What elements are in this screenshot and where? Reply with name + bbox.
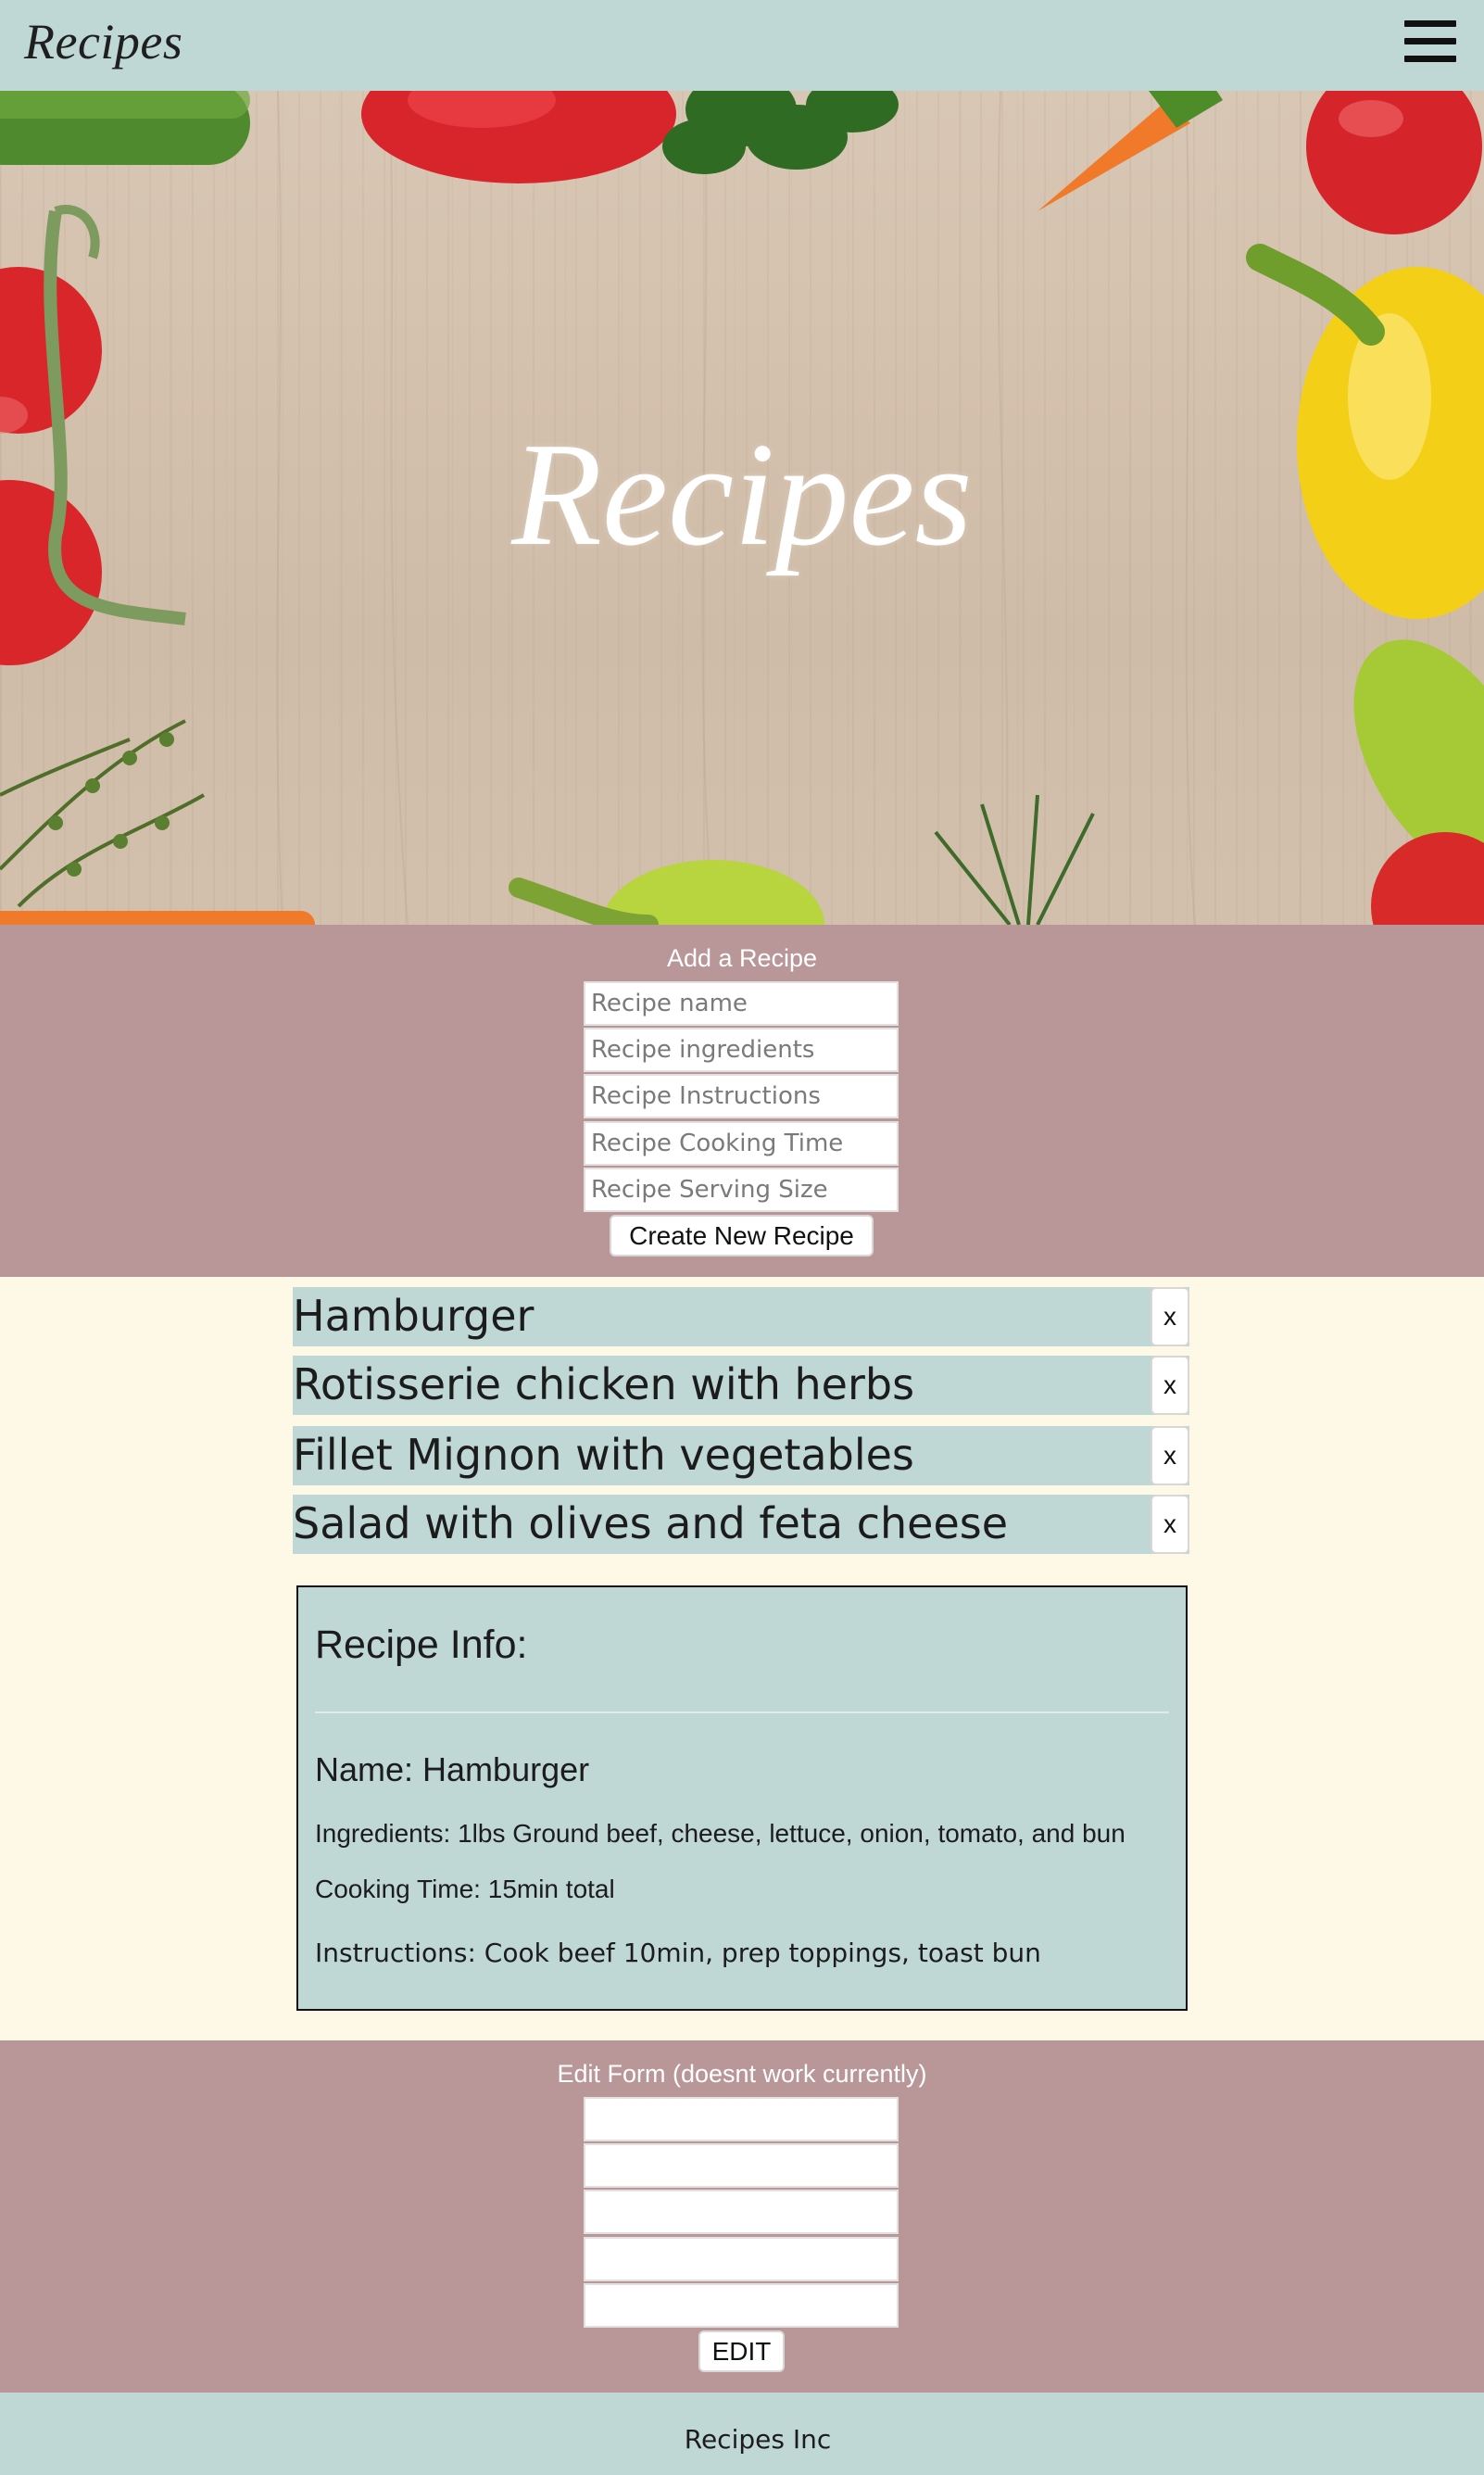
recipe-info-instructions: Instructions: Cook beef 10min, prep topp… — [315, 1938, 1041, 1968]
recipe-list-item-name[interactable]: Fillet Mignon with vegetables — [293, 1430, 914, 1480]
hero-title: Recipes — [511, 411, 973, 576]
recipe-instructions-input[interactable] — [584, 1074, 899, 1118]
top-nav-bar: Recipes — [0, 0, 1484, 91]
menu-bar-top — [1404, 20, 1456, 27]
recipe-info-card: Recipe Info: Name: Hamburger Ingredients… — [296, 1585, 1188, 2011]
delete-recipe-button[interactable]: x — [1151, 1287, 1189, 1346]
edit-name-input[interactable] — [584, 2097, 899, 2141]
recipe-info-title: Recipe Info: — [315, 1623, 528, 1667]
recipe-list-item[interactable]: Salad with olives and feta cheese x — [293, 1495, 1189, 1554]
footer-text: Recipes Inc — [684, 2424, 832, 2455]
add-recipe-section: Add a Recipe Create New Recipe — [0, 925, 1484, 1277]
recipe-serving-size-input[interactable] — [584, 1168, 899, 1212]
recipe-list-item[interactable]: Rotisserie chicken with herbs x — [293, 1356, 1189, 1415]
recipe-ingredients-input[interactable] — [584, 1028, 899, 1072]
create-recipe-button[interactable]: Create New Recipe — [610, 1215, 874, 1256]
recipe-info-name: Name: Hamburger — [315, 1750, 590, 1788]
recipe-list-item[interactable]: Hamburger x — [293, 1287, 1189, 1346]
recipe-list-item[interactable]: Fillet Mignon with vegetables x — [293, 1426, 1189, 1485]
menu-bar-bottom — [1404, 56, 1456, 62]
edit-form-heading: Edit Form (doesnt work currently) — [557, 2060, 927, 2088]
brand-logo-text[interactable]: Recipes — [24, 13, 182, 70]
recipe-info-ingredients: Ingredients: 1lbs Ground beef, cheese, l… — [315, 1819, 1126, 1848]
edit-ingredients-input[interactable] — [584, 2143, 899, 2188]
edit-serving-size-input[interactable] — [584, 2283, 899, 2328]
hero-banner: Recipes — [0, 91, 1484, 925]
recipe-name-input[interactable] — [584, 981, 899, 1026]
edit-recipe-section: Edit Form (doesnt work currently) EDIT — [0, 2040, 1484, 2393]
recipe-list-item-name[interactable]: Rotisserie chicken with herbs — [293, 1359, 914, 1409]
edit-instructions-input[interactable] — [584, 2190, 899, 2234]
add-recipe-heading: Add a Recipe — [666, 944, 818, 972]
recipe-info-divider — [315, 1711, 1169, 1713]
delete-recipe-button[interactable]: x — [1151, 1356, 1189, 1415]
menu-bar-middle — [1404, 38, 1456, 44]
recipe-list-item-name[interactable]: Hamburger — [293, 1291, 534, 1341]
hamburger-menu-icon[interactable] — [1404, 20, 1456, 67]
recipe-cooking-time-input[interactable] — [584, 1121, 899, 1166]
footer: Recipes Inc — [0, 2393, 1484, 2475]
delete-recipe-button[interactable]: x — [1151, 1495, 1189, 1554]
edit-cooking-time-input[interactable] — [584, 2237, 899, 2281]
delete-recipe-button[interactable]: x — [1151, 1426, 1189, 1485]
recipe-info-cooking-time: Cooking Time: 15min total — [315, 1875, 615, 1903]
recipe-list-item-name[interactable]: Salad with olives and feta cheese — [293, 1498, 1008, 1548]
edit-recipe-button[interactable]: EDIT — [698, 2330, 785, 2372]
